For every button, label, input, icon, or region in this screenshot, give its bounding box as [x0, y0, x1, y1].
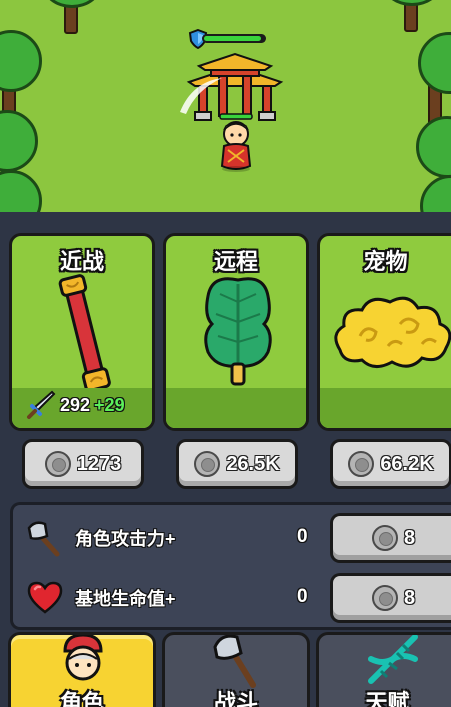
tab-label: 角色: [59, 690, 104, 707]
character-icon: [63, 635, 103, 681]
cost-label: 26.5K: [226, 452, 280, 475]
ranged-upgrade-button[interactable]: 26.5K: [176, 439, 298, 489]
upgrade-level: 0: [297, 586, 308, 607]
ranged-weapon-card[interactable]: 远程: [163, 233, 309, 431]
attack-upgrade-button[interactable]: 8: [330, 513, 451, 563]
tab-label: 战斗: [213, 690, 258, 707]
hero-character-icon: [219, 113, 253, 172]
upgrade-label: 角色攻击力+: [75, 529, 176, 549]
tab-talent[interactable]: 天赋: [316, 632, 451, 707]
list-item: 角色攻击力+ 0 8: [13, 508, 451, 568]
pet-upgrade-button[interactable]: 66.2K: [330, 439, 451, 489]
dna-icon: [368, 635, 418, 684]
upgrade-label: 基地生命值+: [75, 589, 176, 609]
card-title: 宠物: [363, 249, 408, 274]
tree-icon: [414, 20, 451, 212]
coin-icon: [348, 451, 375, 477]
tree-icon: [0, 20, 56, 212]
attribute-upgrade-list: 角色攻击力+ 0 8 基地生命值+ 0 8: [10, 502, 451, 630]
health-upgrade-button[interactable]: 8: [330, 573, 451, 623]
cost-label: 66.2K: [380, 452, 434, 475]
base-health-bar: [188, 29, 280, 49]
battle-axe-icon: [213, 635, 256, 688]
coin-icon: [371, 525, 398, 551]
sword-icon: [27, 390, 56, 419]
golden-cloud-icon: [334, 296, 451, 368]
heart-icon: [27, 581, 63, 614]
tab-character[interactable]: 角色: [8, 632, 156, 707]
battle-scene: [0, 0, 451, 212]
red-staff-icon: [58, 274, 111, 392]
attack-value: 292: [60, 394, 91, 415]
cost-label: 8: [403, 526, 416, 549]
coin-icon: [194, 451, 221, 477]
melee-weapon-card[interactable]: 近战 292 +29: [9, 233, 155, 431]
green-leaf-icon: [204, 277, 272, 386]
attack-stat: 292 +29: [26, 390, 125, 420]
list-item: 基地生命值+ 0 8: [13, 568, 451, 628]
tab-label: 天赋: [365, 690, 410, 707]
slash-effect-icon: [180, 78, 222, 114]
coin-icon: [44, 451, 71, 477]
upgrade-panel: 近战 292 +29 远程 宠物 1273 26.5K 66.2K 角色攻击力+…: [0, 212, 451, 707]
melee-upgrade-button[interactable]: 1273: [22, 439, 144, 489]
cost-label: 8: [403, 586, 416, 609]
coin-icon: [371, 585, 398, 611]
attack-bonus: +29: [94, 394, 125, 415]
health-fill: [204, 36, 261, 41]
pet-card[interactable]: 宠物: [317, 233, 451, 431]
axe-icon: [27, 521, 60, 557]
cost-label: 1273: [76, 452, 122, 475]
tab-battle[interactable]: 战斗: [162, 632, 310, 707]
card-title: 近战: [59, 249, 104, 274]
upgrade-level: 0: [297, 526, 308, 547]
